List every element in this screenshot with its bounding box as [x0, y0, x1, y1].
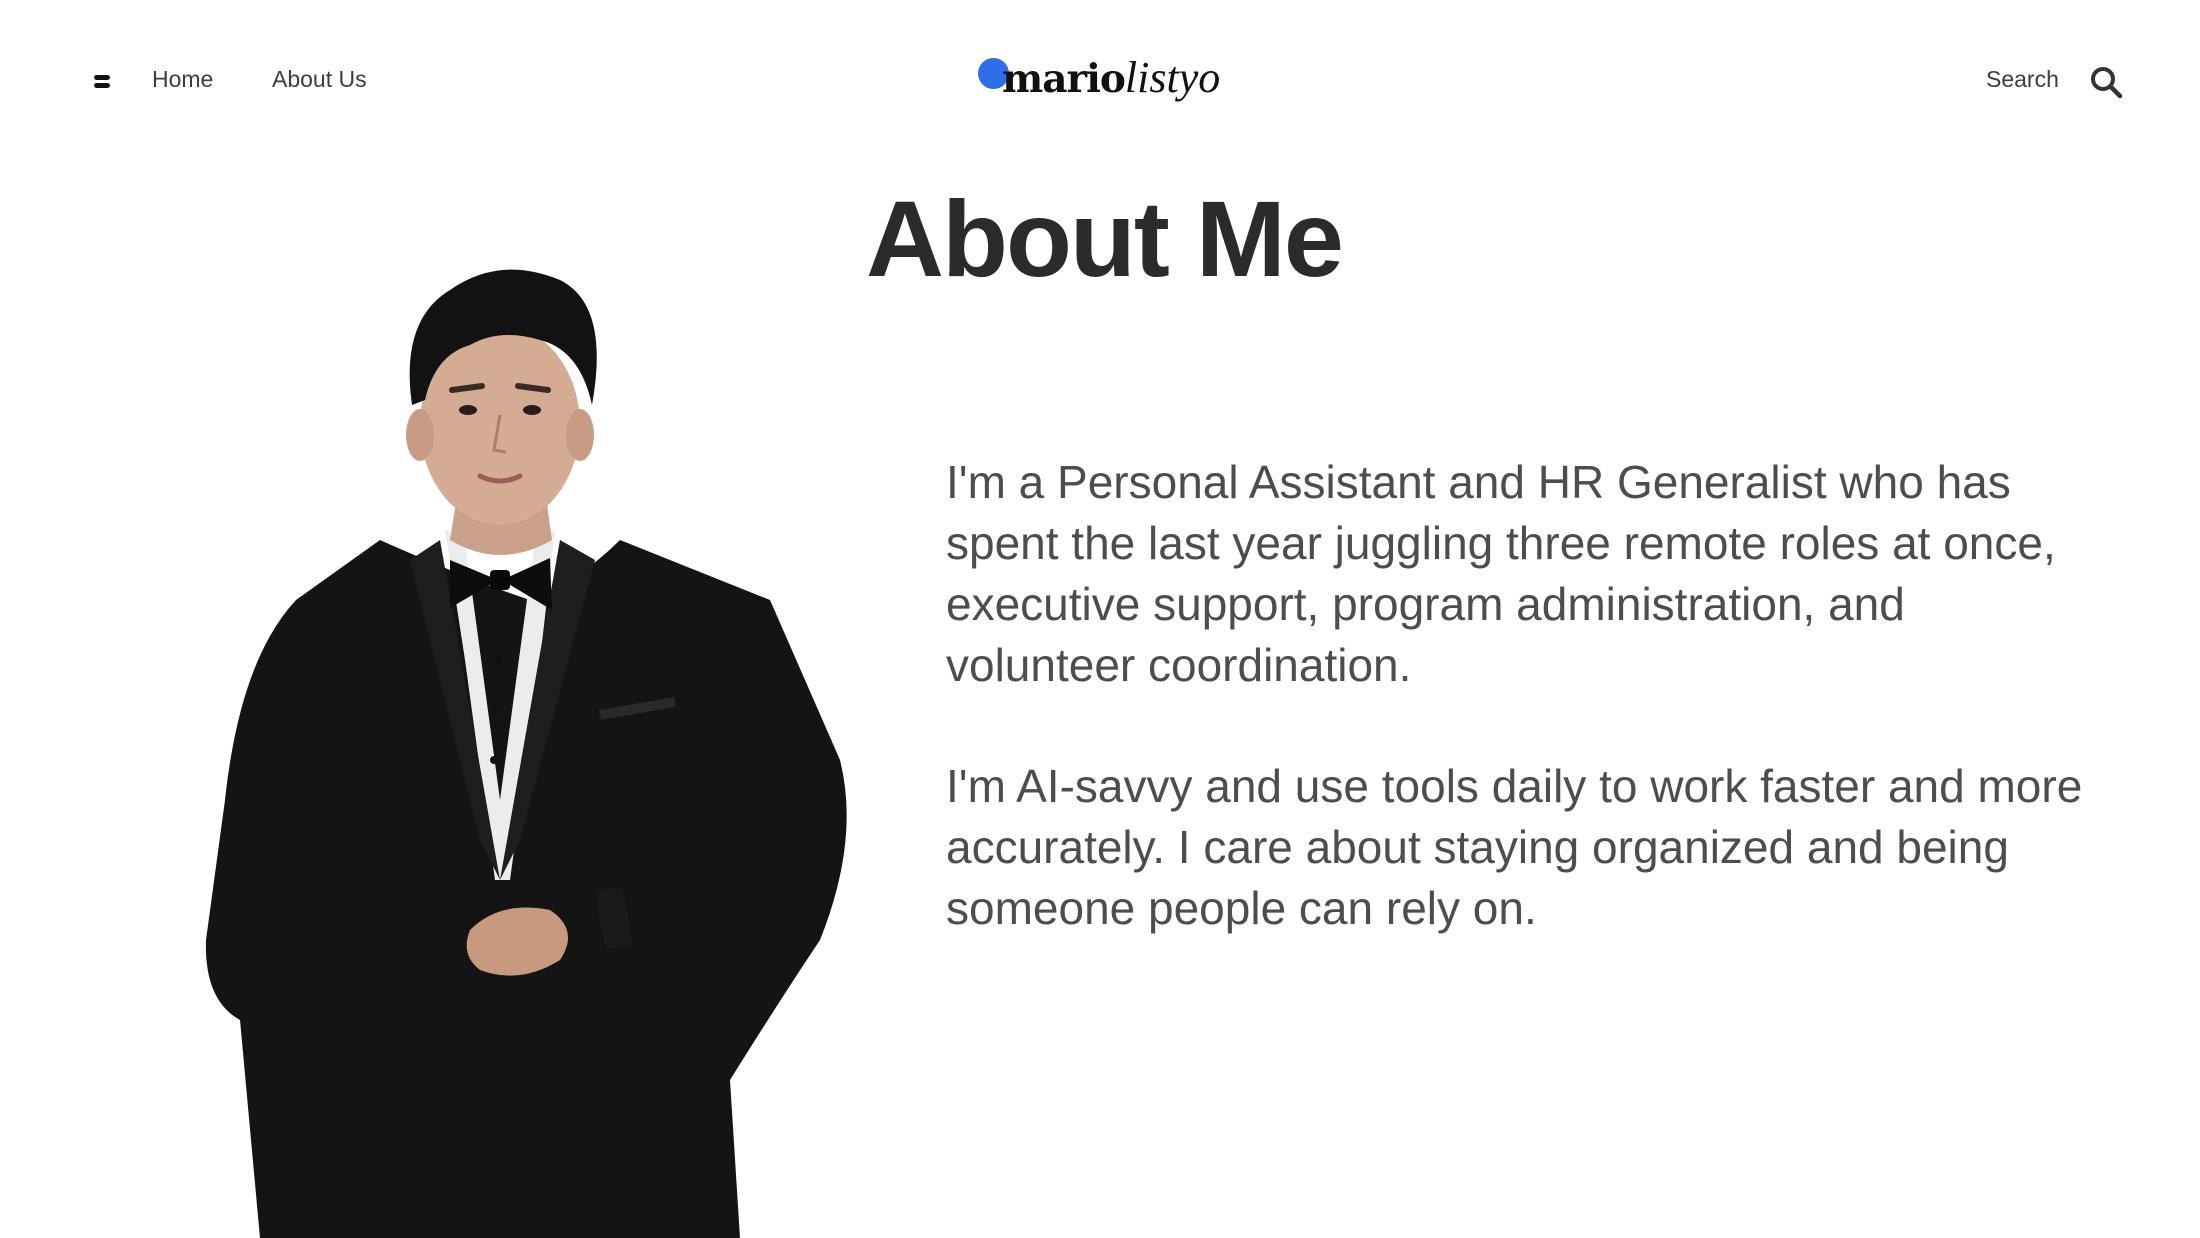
bio-text: I'm a Personal Assistant and HR Generali…	[946, 452, 2086, 999]
nav-home-link[interactable]: Home	[152, 66, 213, 93]
search-icon[interactable]	[2089, 65, 2123, 99]
bio-paragraph: I'm AI-savvy and use tools daily to work…	[946, 760, 2083, 934]
hamburger-icon[interactable]	[94, 75, 110, 89]
logo-text: mariolistyo	[1002, 52, 1220, 103]
portrait-photo	[205, 269, 847, 1238]
nav-about-us-link[interactable]: About Us	[272, 66, 367, 93]
logo-italic-part: listyo	[1124, 53, 1221, 102]
bio-paragraph: I'm a Personal Assistant and HR Generali…	[946, 456, 2056, 691]
logo-bold-part: mario	[1002, 56, 1126, 102]
site-header: Home About Us mariolistyo Search	[0, 0, 2200, 166]
page-title: About Me	[866, 178, 1344, 299]
search-label[interactable]: Search	[1986, 66, 2059, 93]
